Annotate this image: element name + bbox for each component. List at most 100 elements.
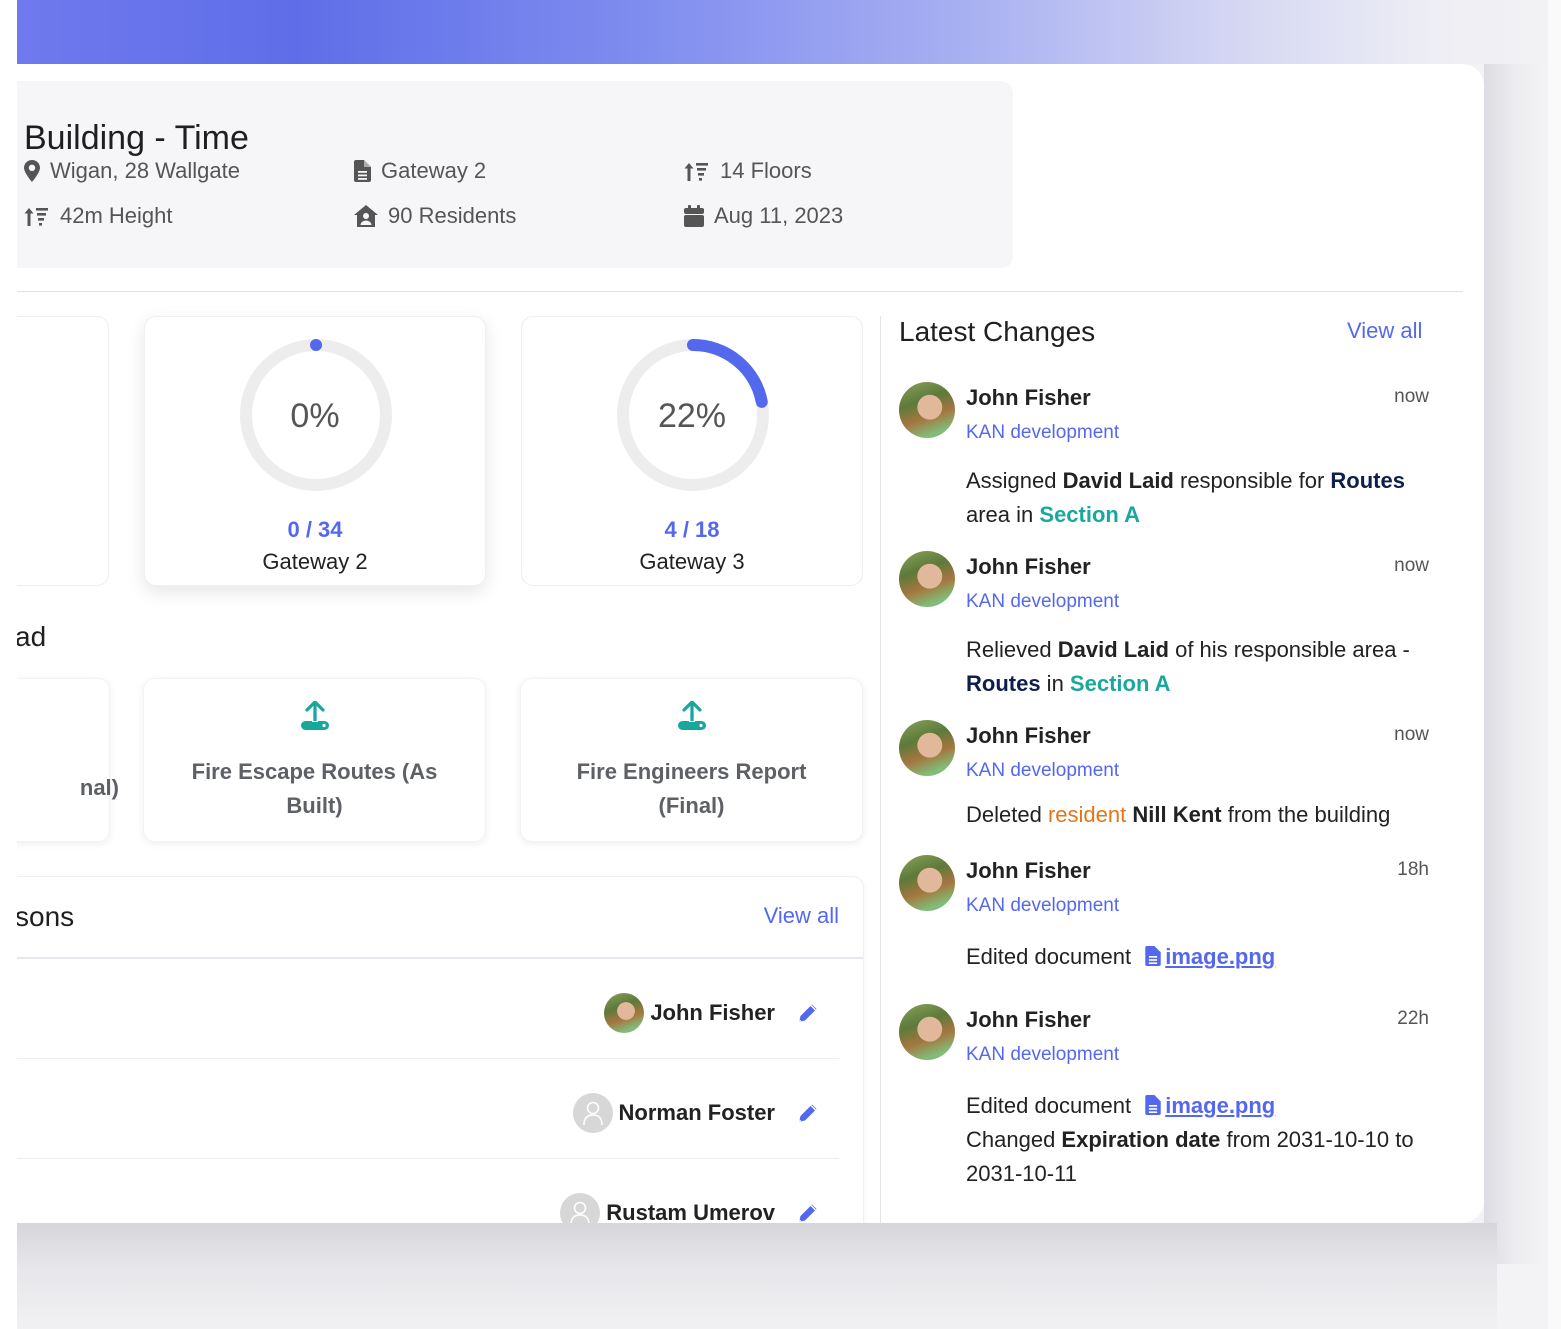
avatar-placeholder [560,1193,601,1223]
stat-card-partial[interactable] [17,316,109,586]
changes-view-all-link[interactable]: View all [1347,318,1422,344]
avatar [899,382,955,438]
upload-card-partial[interactable]: nal) [17,678,119,842]
location-text: Wigan, 28 Wallgate [50,158,240,183]
building-height: 42m Height [24,203,173,229]
change-org[interactable]: KAN development [966,895,1119,917]
gateway-text: Gateway 2 [381,158,487,183]
change-item: John Fisher 18h KAN development Edited d… [899,855,1429,985]
section-name: Section A [1069,671,1171,696]
left-edge [0,0,17,1329]
upload-card-label: Fire Engineers Report (Final) [576,759,807,818]
avatar [899,855,955,911]
change-text: responsible for [1173,468,1331,493]
change-text: area in [966,502,1040,527]
upload-icon [300,701,329,730]
building-location: Wigan, 28 Wallgate [24,158,240,184]
change-emphasis: David Laid [1057,637,1169,662]
upload-card-fire-engineers-report[interactable]: Fire Engineers Report (Final) [520,678,863,842]
change-org[interactable]: KAN development [966,760,1119,782]
calendar-icon [684,205,704,227]
avatar [899,720,955,776]
person-name: Norman Foster [618,1100,775,1125]
change-text: in [1040,671,1070,696]
change-item: John Fisher now KAN development Deleted … [899,720,1429,840]
document-icon [1145,946,1161,966]
person-name: Rustam Umerov [606,1200,775,1223]
residents-text: 90 Residents [388,203,517,228]
column-divider [880,316,881,1223]
avatar-placeholder [572,1093,613,1133]
height-text: 42m Height [60,203,173,228]
change-text: Edited document [966,1093,1138,1118]
date-text: Aug 11, 2023 [714,203,844,228]
change-user[interactable]: John Fisher [966,723,1091,749]
area-name: Routes [966,671,1041,696]
building-date: Aug 11, 2023 [684,203,843,229]
change-description: Assigned David Laid responsible for Rout… [966,464,1436,532]
change-org[interactable]: KAN development [966,422,1119,444]
stat-card-gateway-2[interactable]: 0% 0 / 34 Gateway 2 [144,316,486,586]
change-time: now [1394,555,1429,576]
persons-view-all-link[interactable]: View all [764,903,839,929]
upload-heading: ad [17,621,47,652]
change-emphasis: Expiration date [1061,1127,1221,1152]
building-floors: 14 Floors [684,158,812,184]
change-time: now [1394,724,1429,745]
change-time: 22h [1397,1008,1429,1029]
change-user[interactable]: John Fisher [966,858,1091,884]
building-gateway: Gateway 2 [354,158,486,184]
upload-card-fire-escape-routes[interactable]: Fire Escape Routes (As Built) [143,678,486,842]
document-icon [1145,1095,1161,1115]
change-item: John Fisher now KAN development Assigned… [899,382,1429,532]
change-text: Deleted [966,802,1048,827]
avatar [899,551,955,607]
section-divider [17,291,1463,292]
sort-up-icon [684,163,708,181]
change-item: John Fisher 22h KAN development Edited d… [899,1004,1429,1214]
change-user[interactable]: John Fisher [966,385,1091,411]
entity-type: resident [1047,802,1127,827]
progress-ring-arc [687,339,768,408]
stat-fraction: 0 / 34 [287,517,343,542]
change-org[interactable]: KAN development [966,591,1119,613]
user-icon [582,1101,603,1126]
stat-percent: 22% [657,397,727,435]
document-link[interactable]: image.png [1165,944,1275,969]
change-description: Edited document image.png Changed Expirat… [966,1089,1436,1191]
person-row: Norman Foster [17,1059,839,1159]
map-pin-icon [24,160,40,182]
change-org[interactable]: KAN development [966,1044,1119,1066]
section-name: Section A [1039,502,1141,527]
change-description: Relieved David Laid of his responsible a… [966,633,1436,701]
change-text: of his responsible area - [1168,637,1410,662]
change-user[interactable]: John Fisher [966,1007,1091,1033]
change-emphasis: David Laid [1062,468,1174,493]
pencil-icon[interactable] [797,1102,819,1124]
change-text: Assigned [966,468,1063,493]
change-emphasis: Nill Kent [1132,802,1222,827]
building-info-panel: Building - Time Wigan, 28 Wallgate Gatew… [17,81,1013,268]
floors-text: 14 Floors [720,158,812,183]
change-user[interactable]: John Fisher [966,554,1091,580]
upload-icon [677,701,706,730]
change-time: 18h [1397,859,1429,880]
change-text: Changed [966,1127,1062,1152]
document-icon [354,160,371,182]
pencil-icon[interactable] [797,1002,819,1024]
change-time: now [1394,386,1429,407]
person-name: John Fisher [650,1000,775,1025]
pencil-icon[interactable] [797,1202,819,1223]
stat-card-gateway-3[interactable]: 22% 4 / 18 Gateway 3 [521,316,863,586]
stat-fraction: 4 / 18 [664,517,720,542]
document-link[interactable]: image.png [1165,1093,1275,1118]
change-description: Edited document image.png [966,940,1436,974]
card-shadow-bottom [17,1223,1497,1329]
user-icon [570,1201,590,1223]
area-name: Routes [1330,468,1405,493]
header-banner [17,0,1561,64]
stat-name: Gateway 3 [639,549,745,574]
house-user-icon [354,205,378,227]
change-text: from the building [1221,802,1391,827]
person-row: Rustam Umerov [17,1159,839,1223]
